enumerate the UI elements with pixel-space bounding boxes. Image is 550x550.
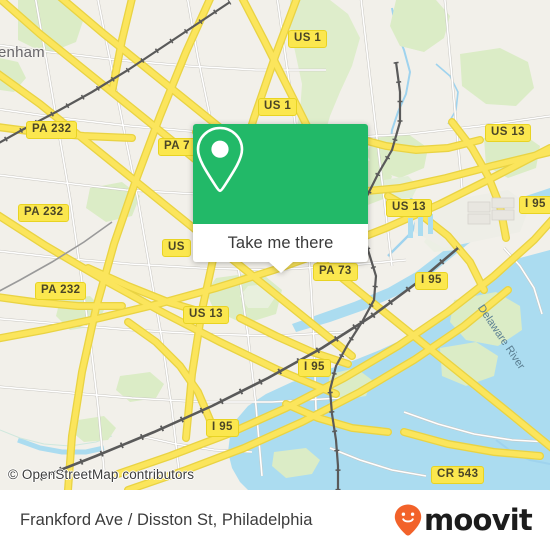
callout-action-panel[interactable]: Take me there xyxy=(193,224,368,273)
shield-pa-73-central[interactable]: PA 73 xyxy=(313,263,358,281)
callout-pin-panel xyxy=(193,124,368,224)
shield-i-95-far-east[interactable]: I 95 xyxy=(519,196,550,214)
moovit-wordmark: moovit xyxy=(424,503,533,537)
map-canvas[interactable]: enham Delaware River US 1 US 1 PA 232 PA… xyxy=(0,0,550,490)
shield-us-1-mid[interactable]: US 1 xyxy=(258,98,298,116)
osm-attribution[interactable]: © OpenStreetMap contributors xyxy=(8,467,194,482)
callout-tail-pointer xyxy=(268,262,293,273)
shield-pa-232-sw[interactable]: PA 232 xyxy=(35,282,87,300)
shield-pa-73-north[interactable]: PA 7 xyxy=(158,138,196,156)
shield-i-95-east[interactable]: I 95 xyxy=(415,272,448,290)
footer-bar: Frankford Ave / Disston St, Philadelphia… xyxy=(0,490,550,550)
location-callout-card[interactable]: Take me there xyxy=(193,124,368,273)
shield-us-13-central[interactable]: US 13 xyxy=(183,306,229,324)
shield-us-1-north[interactable]: US 1 xyxy=(288,30,328,48)
place-label-cheltenham: enham xyxy=(0,44,45,61)
shield-pa-232-west[interactable]: PA 232 xyxy=(18,204,70,222)
shield-i-95-mid[interactable]: I 95 xyxy=(298,359,331,377)
shield-i-95-southwest[interactable]: I 95 xyxy=(206,419,239,437)
map-pin-icon xyxy=(196,126,244,193)
map-screenshot-root: enham Delaware River US 1 US 1 PA 232 PA… xyxy=(0,0,550,550)
shield-us-partial[interactable]: US xyxy=(162,239,191,257)
moovit-pin-logo-icon xyxy=(394,504,422,536)
location-title: Frankford Ave / Disston St, Philadelphia xyxy=(20,510,313,529)
shield-us-13-ne[interactable]: US 13 xyxy=(485,124,531,142)
shield-us-13-east[interactable]: US 13 xyxy=(386,199,432,217)
shield-pa-232-nw[interactable]: PA 232 xyxy=(26,121,78,139)
shield-cr-543[interactable]: CR 543 xyxy=(431,466,485,484)
moovit-brand[interactable]: moovit xyxy=(393,503,533,537)
take-me-there-label: Take me there xyxy=(227,233,334,252)
